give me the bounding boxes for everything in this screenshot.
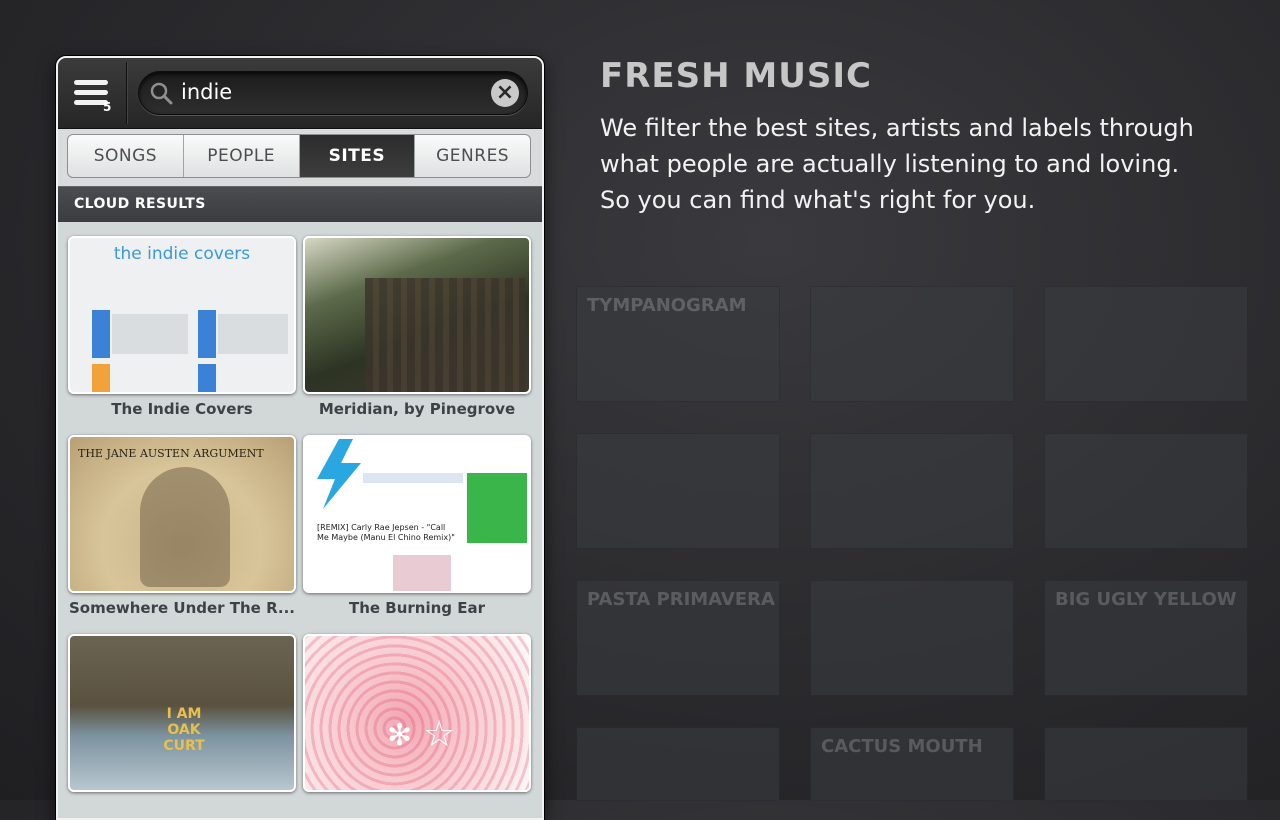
- thumbnail-headline: [REMIX] Carly Rae Jepsen - "Call Me Mayb…: [317, 523, 455, 542]
- tab-songs[interactable]: SONGS: [68, 135, 184, 177]
- result-thumbnail: ✻ ☆: [303, 634, 531, 792]
- section-header: CLOUD RESULTS: [58, 186, 542, 224]
- result-caption: Somewhere Under The R...: [68, 599, 296, 617]
- result-card[interactable]: THE JANE AUSTEN ARGUMENT Somewhere Under…: [68, 435, 296, 617]
- background-site-title: BIG UGLY YELLOW: [1055, 589, 1237, 610]
- background-site-thumbnail: CACTUS MOUTH: [810, 727, 1014, 801]
- background-site-thumbnail: [576, 727, 780, 801]
- background-site-title: PASTA PRIMAVERA: [587, 589, 775, 610]
- background-site-thumbnail: [1044, 727, 1248, 801]
- background-site-thumbnail: [1044, 433, 1248, 549]
- thumbnail-title: THE JANE AUSTEN ARGUMENT: [78, 447, 264, 460]
- result-card[interactable]: Meridian, by Pinegrove: [303, 236, 531, 418]
- background-site-thumbnail: [810, 433, 1014, 549]
- snowflake-icon: ✻: [387, 718, 413, 753]
- result-card[interactable]: I AM OAK CURT: [68, 634, 296, 798]
- thumbnail-title: I AM OAK CURT: [163, 706, 205, 754]
- background-site-title: CACTUS MOUTH: [821, 736, 983, 757]
- background-site-thumbnail: PASTA PRIMAVERA: [576, 580, 780, 696]
- star-icon: ☆: [423, 714, 456, 755]
- result-thumbnail: the indie covers: [68, 236, 296, 394]
- search-icon: [150, 82, 173, 105]
- background-site-thumbnail: [810, 286, 1014, 402]
- promo-headline: FRESH MUSIC: [600, 56, 872, 96]
- tab-genres[interactable]: GENRES: [415, 135, 530, 177]
- background-site-title: TYMPANOGRAM: [587, 295, 747, 316]
- background-site-thumbnail: [810, 580, 1014, 696]
- result-thumbnail: [REMIX] Carly Rae Jepsen - "Call Me Mayb…: [303, 435, 531, 593]
- search-field[interactable]: indie ×: [138, 71, 528, 115]
- result-caption: The Indie Covers: [111, 400, 253, 418]
- thumbnail-title: the indie covers: [113, 244, 251, 264]
- lightning-logo-icon: [317, 439, 361, 509]
- result-caption: The Burning Ear: [348, 599, 486, 617]
- menu-button[interactable]: 5: [62, 62, 127, 124]
- result-card[interactable]: ✻ ☆: [303, 634, 531, 798]
- tab-sites[interactable]: SITES: [299, 135, 416, 177]
- background-site-thumbnail: [576, 433, 780, 549]
- result-card[interactable]: [REMIX] Carly Rae Jepsen - "Call Me Mayb…: [303, 435, 531, 617]
- section-title: CLOUD RESULTS: [74, 196, 206, 212]
- results-grid: the indie covers The Indie Covers Meridi…: [58, 222, 542, 818]
- result-card[interactable]: the indie covers The Indie Covers: [68, 236, 296, 418]
- result-thumbnail: I AM OAK CURT: [68, 634, 296, 792]
- category-tabs: SONGS PEOPLE SITES GENRES: [67, 134, 531, 178]
- promo-line-1: We filter the best sites, artists and la…: [600, 114, 1194, 142]
- app-panel: 5 indie × SONGS PEOPLE SITES GENRES CLOU…: [56, 56, 544, 820]
- background-site-thumbnail: TYMPANOGRAM: [576, 286, 780, 402]
- result-caption: Meridian, by Pinegrove: [318, 400, 516, 418]
- promo-line-3: So you can find what's right for you.: [600, 186, 1036, 214]
- promo-line-2: what people are actually listening to an…: [600, 150, 1180, 178]
- result-thumbnail: THE JANE AUSTEN ARGUMENT: [68, 435, 296, 593]
- clear-search-icon[interactable]: ×: [491, 79, 519, 107]
- search-input[interactable]: indie: [181, 80, 232, 104]
- background-site-thumbnail: BIG UGLY YELLOW: [1044, 580, 1248, 696]
- menu-count-badge: 5: [103, 100, 112, 114]
- background-site-thumbnail: [1044, 286, 1248, 402]
- top-bar: 5 indie ×: [58, 58, 542, 129]
- tab-people[interactable]: PEOPLE: [184, 135, 300, 177]
- result-thumbnail: [303, 236, 531, 394]
